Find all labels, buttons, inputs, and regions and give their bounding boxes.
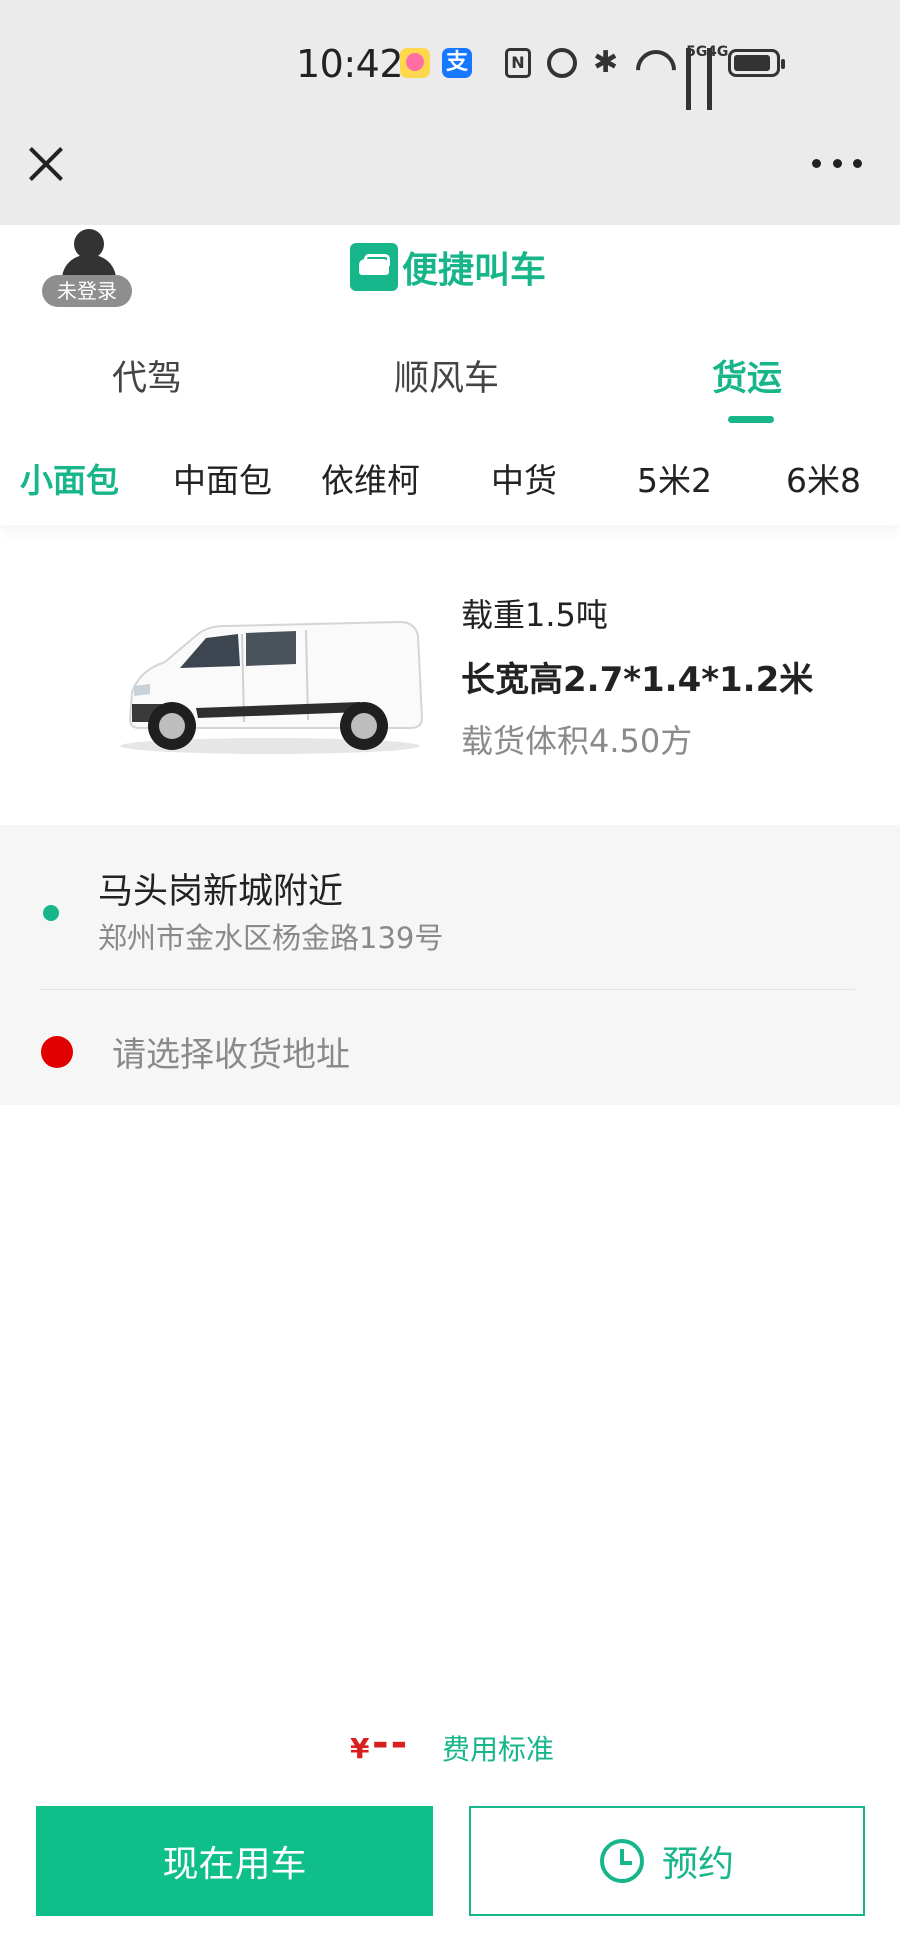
vehicle-tab-small-van[interactable]: 小面包 [20, 454, 119, 502]
address-divider [40, 989, 855, 990]
cargo-volume: 载货体积4.50方 [461, 722, 693, 760]
battery-icon [728, 49, 786, 77]
signal-5g-icon: 5G [686, 44, 707, 116]
page: 10:42 支 N ✱ 5G 4G 未登录 便捷叫车 代驾 顺风车 货运 小面包… [0, 0, 900, 1950]
pickup-detail: 郑州市金水区杨金路139号 [98, 921, 444, 955]
pickup-title: 马头岗新城附近 [98, 872, 344, 912]
vehicle-tab-medium-truck[interactable]: 中货 [491, 454, 557, 502]
app-header: 未登录 便捷叫车 [0, 225, 900, 320]
signal-5g-label: 5G [686, 44, 708, 60]
nfc-icon: N [505, 48, 531, 78]
address-panel: 马头岗新城附近 郑州市金水区杨金路139号 请选择收货地址 [0, 825, 900, 1105]
brand-title: 便捷叫车 [402, 250, 547, 291]
bluetooth-icon: ✱ [593, 45, 619, 80]
tab-designated-driver[interactable]: 代驾 [112, 350, 182, 401]
vehicle-tab-medium-van[interactable]: 中面包 [173, 454, 272, 502]
service-tabs: 代驾 顺风车 货运 [0, 320, 900, 430]
dropoff-placeholder[interactable]: 请选择收货地址 [112, 1027, 350, 1076]
wifi-icon [634, 48, 670, 78]
price-row: ¥ -- 费用标准 [0, 1720, 900, 1780]
price-currency: ¥ [350, 1732, 370, 1765]
van-image [120, 620, 424, 754]
vehicle-tab-6-8m[interactable]: 6米8 [786, 454, 861, 502]
reserve-button[interactable]: 预约 [469, 1806, 865, 1916]
app-icon-pink [400, 48, 430, 78]
vehicle-type-tabs: 小面包 中面包 依维柯 中货 5米2 6米8 [0, 430, 900, 525]
signal-4g-icon: 4G [707, 44, 728, 116]
dimensions: 长宽高2.7*1.4*1.2米 [461, 660, 814, 700]
avatar[interactable]: 未登录 [42, 229, 134, 311]
reserve-label: 预约 [661, 1844, 734, 1885]
alarm-icon [547, 48, 577, 78]
active-tab-indicator [728, 416, 774, 423]
brand: 便捷叫车 [350, 241, 546, 293]
status-bar: 10:42 支 N ✱ 5G 4G [0, 0, 900, 116]
more-icon[interactable] [812, 156, 862, 170]
status-time: 10:42 [296, 42, 404, 86]
signal-4g-label: 4G [707, 44, 729, 60]
login-badge[interactable]: 未登录 [42, 275, 132, 307]
vehicle-tab-iveco[interactable]: 依维柯 [321, 454, 420, 502]
car-icon [350, 243, 398, 291]
load-capacity: 载重1.5吨 [461, 596, 608, 634]
mini-program-title-bar [0, 110, 900, 225]
alipay-icon: 支 [442, 48, 472, 78]
dropoff-dot-icon [41, 1036, 73, 1068]
vehicle-tab-5-2m[interactable]: 5米2 [637, 454, 712, 502]
close-icon[interactable] [24, 142, 68, 186]
price-value: -- [372, 1720, 410, 1766]
pickup-dot-icon [43, 905, 59, 921]
system-icons: N ✱ 5G 4G [505, 44, 786, 116]
book-now-button[interactable]: 现在用车 [36, 1806, 433, 1916]
clock-icon [599, 1839, 644, 1883]
fee-standard-link[interactable]: 费用标准 [442, 1728, 554, 1768]
tab-freight[interactable]: 货运 [712, 350, 782, 401]
vehicle-info: 载重1.5吨 长宽高2.7*1.4*1.2米 载货体积4.50方 [0, 540, 900, 825]
tab-carpool[interactable]: 顺风车 [394, 350, 499, 401]
